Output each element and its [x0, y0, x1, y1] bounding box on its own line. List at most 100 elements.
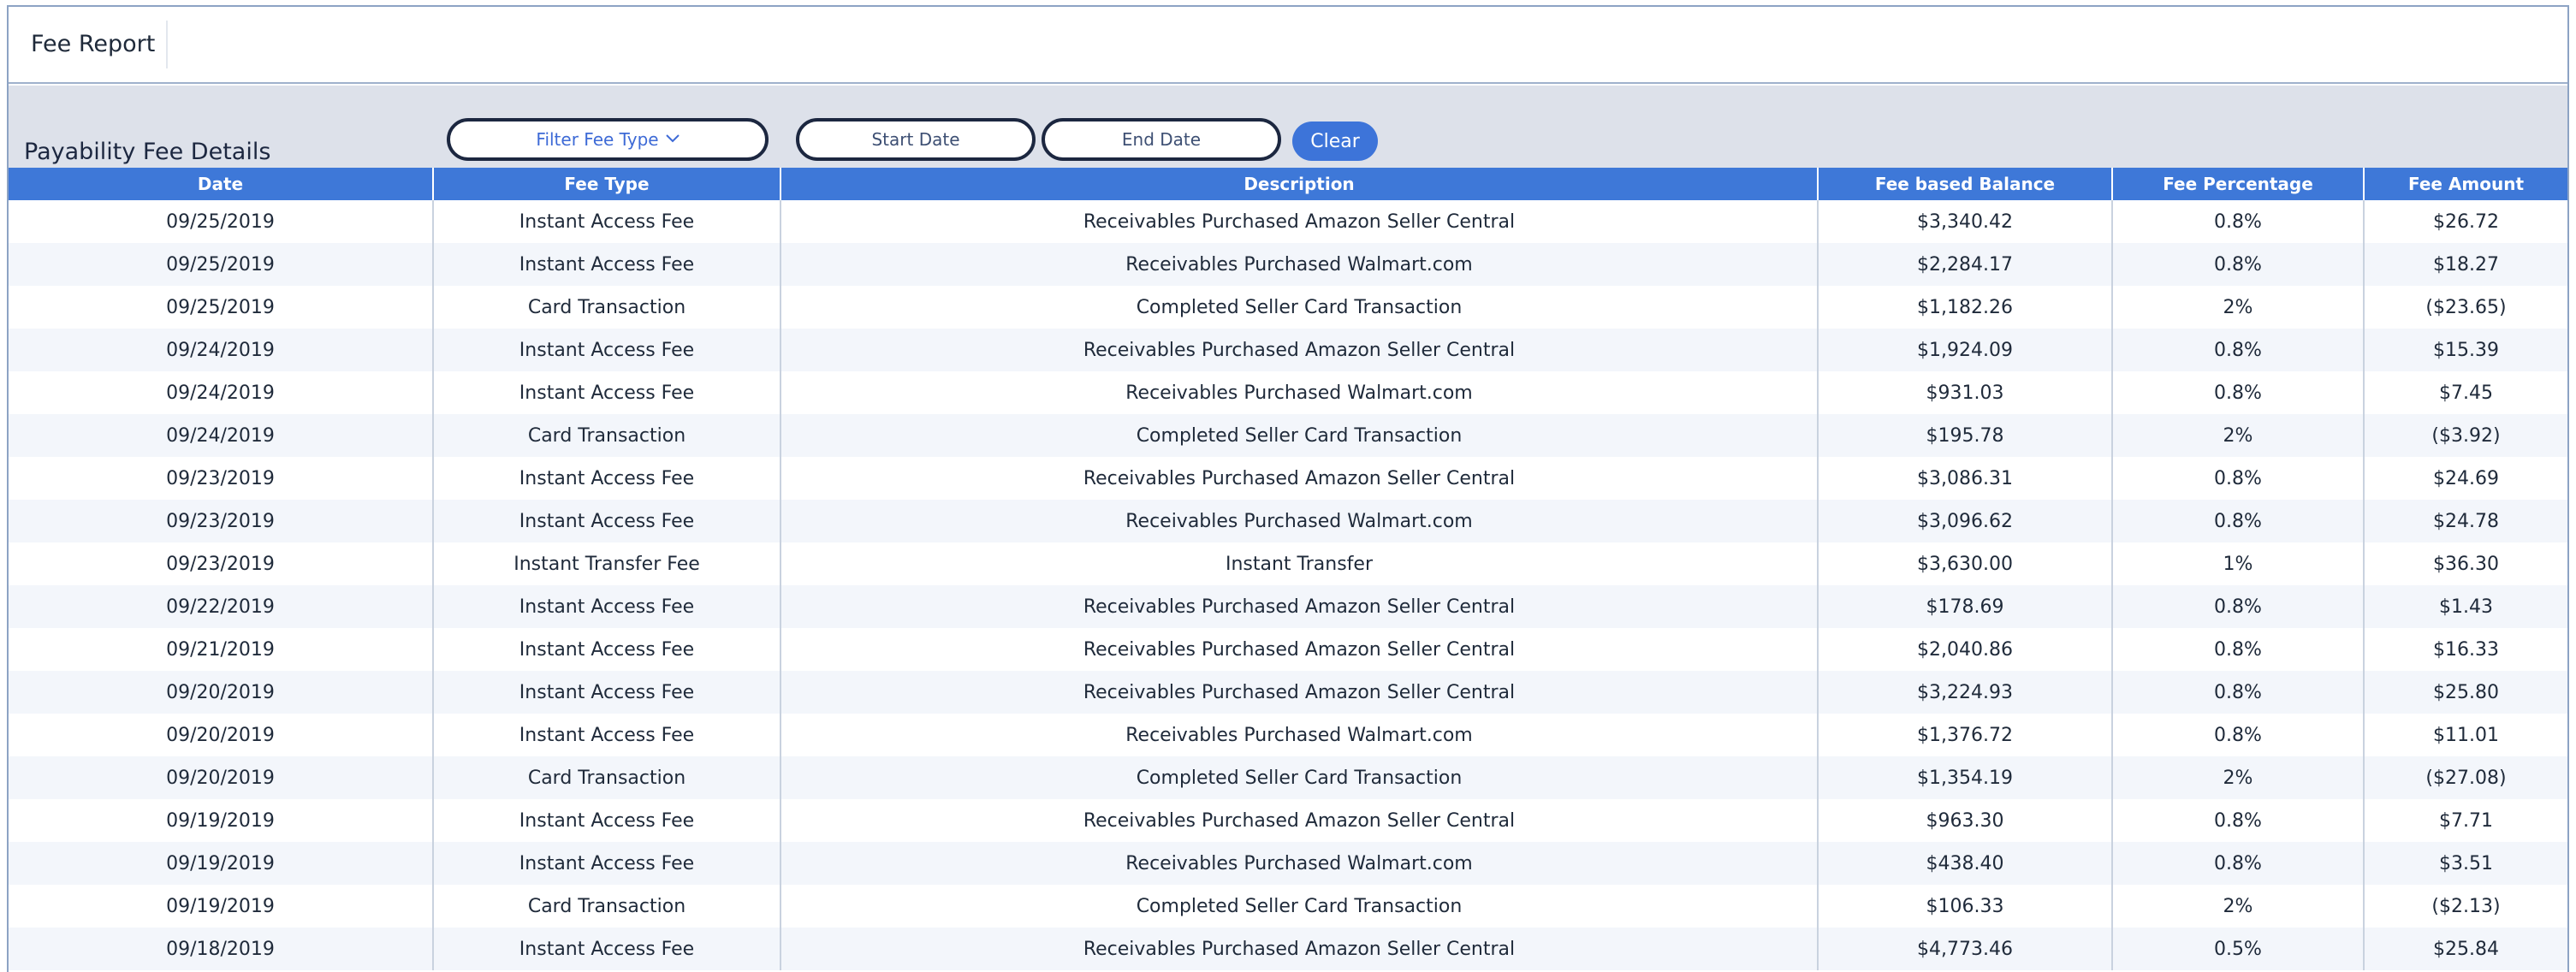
cell-fee-amount: ($23.65) [2364, 286, 2567, 329]
cell-date: 09/25/2019 [9, 200, 434, 243]
column-header-description[interactable]: Description [781, 168, 1819, 200]
cell-fee-percentage: 1% [2112, 542, 2365, 585]
cell-date: 09/22/2019 [9, 585, 434, 628]
table-row: 09/20/2019 Instant Access Fee Receivables … [9, 671, 2567, 714]
filter-toolbar: Payability Fee Details Filter Fee Type S… [9, 86, 2567, 168]
cell-fee-amount: ($2.13) [2364, 885, 2567, 928]
start-date-placeholder: Start Date [871, 129, 960, 150]
cell-date: 09/19/2019 [9, 799, 434, 842]
cell-fee-amount: ($27.08) [2364, 756, 2567, 799]
cell-fee-percentage: 0.8% [2112, 371, 2365, 414]
cell-description: Receivables Purchased Amazon Seller Cent… [781, 799, 1819, 842]
cell-fee-amount: $24.78 [2364, 500, 2567, 542]
cell-fee-type: Instant Transfer Fee [433, 542, 781, 585]
cell-fee-type: Instant Access Fee [433, 371, 781, 414]
cell-fee-type: Instant Access Fee [433, 585, 781, 628]
fee-table: Date Fee Type Description Fee based Balance… [9, 168, 2567, 970]
table-row: 09/19/2019 Card Transaction Completed Sell… [9, 885, 2567, 928]
cell-fee-percentage: 2% [2112, 286, 2365, 329]
cell-fee-type: Instant Access Fee [433, 799, 781, 842]
cell-fee-percentage: 0.8% [2112, 799, 2365, 842]
cell-fee-amount: $7.45 [2364, 371, 2567, 414]
cell-description: Receivables Purchased Amazon Seller Cent… [781, 200, 1819, 243]
table-row: 09/24/2019 Card Transaction Completed Sell… [9, 414, 2567, 457]
chevron-down-icon [665, 127, 680, 147]
cell-fee-based-balance: $963.30 [1818, 799, 2113, 842]
cell-fee-amount: $16.33 [2364, 628, 2567, 671]
cell-fee-amount: $36.30 [2364, 542, 2567, 585]
column-header-date[interactable]: Date [9, 168, 434, 200]
cell-fee-based-balance: $3,096.62 [1818, 500, 2113, 542]
column-header-fee-based-balance[interactable]: Fee based Balance [1818, 168, 2113, 200]
cell-fee-based-balance: $4,773.46 [1818, 928, 2113, 970]
cell-fee-based-balance: $3,224.93 [1818, 671, 2113, 714]
cell-date: 09/23/2019 [9, 542, 434, 585]
cell-fee-percentage: 0.5% [2112, 928, 2365, 970]
cell-description: Receivables Purchased Walmart.com [781, 371, 1819, 414]
cell-fee-type: Card Transaction [433, 756, 781, 799]
cell-date: 09/20/2019 [9, 671, 434, 714]
table-row: 09/25/2019 Card Transaction Completed Sell… [9, 286, 2567, 329]
cell-fee-based-balance: $1,354.19 [1818, 756, 2113, 799]
cell-fee-amount: $1.43 [2364, 585, 2567, 628]
table-row: 09/20/2019 Card Transaction Completed Sell… [9, 756, 2567, 799]
column-header-fee-amount[interactable]: Fee Amount [2364, 168, 2567, 200]
cell-date: 09/24/2019 [9, 371, 434, 414]
cell-description: Completed Seller Card Transaction [781, 885, 1819, 928]
cell-fee-amount: $25.84 [2364, 928, 2567, 970]
column-header-fee-type[interactable]: Fee Type [433, 168, 781, 200]
cell-fee-type: Instant Access Fee [433, 457, 781, 500]
cell-fee-based-balance: $2,284.17 [1818, 243, 2113, 286]
cell-description: Receivables Purchased Walmart.com [781, 243, 1819, 286]
cell-description: Receivables Purchased Walmart.com [781, 842, 1819, 885]
cell-description: Receivables Purchased Amazon Seller Cent… [781, 928, 1819, 970]
cell-fee-type: Instant Access Fee [433, 243, 781, 286]
cell-fee-percentage: 2% [2112, 414, 2365, 457]
end-date-input[interactable]: End Date [1042, 118, 1281, 161]
cell-fee-type: Card Transaction [433, 885, 781, 928]
cell-fee-percentage: 2% [2112, 756, 2365, 799]
clear-button[interactable]: Clear [1292, 122, 1378, 161]
cell-fee-based-balance: $438.40 [1818, 842, 2113, 885]
cell-description: Completed Seller Card Transaction [781, 414, 1819, 457]
table-row: 09/19/2019 Instant Access Fee Receivables … [9, 799, 2567, 842]
cell-fee-amount: $25.80 [2364, 671, 2567, 714]
cell-fee-type: Card Transaction [433, 286, 781, 329]
table-row: 09/25/2019 Instant Access Fee Receivables … [9, 243, 2567, 286]
cell-fee-based-balance: $1,182.26 [1818, 286, 2113, 329]
cell-description: Receivables Purchased Walmart.com [781, 714, 1819, 756]
cell-fee-percentage: 0.8% [2112, 585, 2365, 628]
top-bar: Fee Report [9, 7, 2567, 84]
cell-description: Completed Seller Card Transaction [781, 756, 1819, 799]
cell-date: 09/25/2019 [9, 286, 434, 329]
column-header-fee-percentage[interactable]: Fee Percentage [2112, 168, 2365, 200]
cell-fee-percentage: 0.8% [2112, 200, 2365, 243]
table-body: 09/25/2019 Instant Access Fee Receivables … [9, 200, 2567, 970]
cell-date: 09/20/2019 [9, 756, 434, 799]
cell-fee-percentage: 0.8% [2112, 628, 2365, 671]
cell-fee-based-balance: $1,924.09 [1818, 329, 2113, 371]
cell-fee-amount: ($3.92) [2364, 414, 2567, 457]
cell-fee-based-balance: $3,086.31 [1818, 457, 2113, 500]
end-date-placeholder: End Date [1121, 129, 1202, 150]
filter-fee-type-dropdown[interactable]: Filter Fee Type [447, 118, 769, 161]
cell-date: 09/23/2019 [9, 457, 434, 500]
table-row: 09/20/2019 Instant Access Fee Receivables … [9, 714, 2567, 756]
cell-fee-amount: $26.72 [2364, 200, 2567, 243]
table-row: 09/23/2019 Instant Transfer Fee Instant Tr… [9, 542, 2567, 585]
cell-fee-percentage: 0.8% [2112, 243, 2365, 286]
cell-fee-based-balance: $106.33 [1818, 885, 2113, 928]
cell-fee-amount: $3.51 [2364, 842, 2567, 885]
cell-description: Instant Transfer [781, 542, 1819, 585]
cell-description: Receivables Purchased Amazon Seller Cent… [781, 329, 1819, 371]
cell-fee-amount: $18.27 [2364, 243, 2567, 286]
table-row: 09/24/2019 Instant Access Fee Receivables … [9, 329, 2567, 371]
cell-fee-percentage: 0.8% [2112, 714, 2365, 756]
cell-fee-based-balance: $931.03 [1818, 371, 2113, 414]
table-row: 09/21/2019 Instant Access Fee Receivables … [9, 628, 2567, 671]
cell-fee-type: Instant Access Fee [433, 928, 781, 970]
cell-fee-based-balance: $195.78 [1818, 414, 2113, 457]
table-row: 09/23/2019 Instant Access Fee Receivables … [9, 500, 2567, 542]
start-date-input[interactable]: Start Date [796, 118, 1036, 161]
cell-fee-percentage: 0.8% [2112, 457, 2365, 500]
